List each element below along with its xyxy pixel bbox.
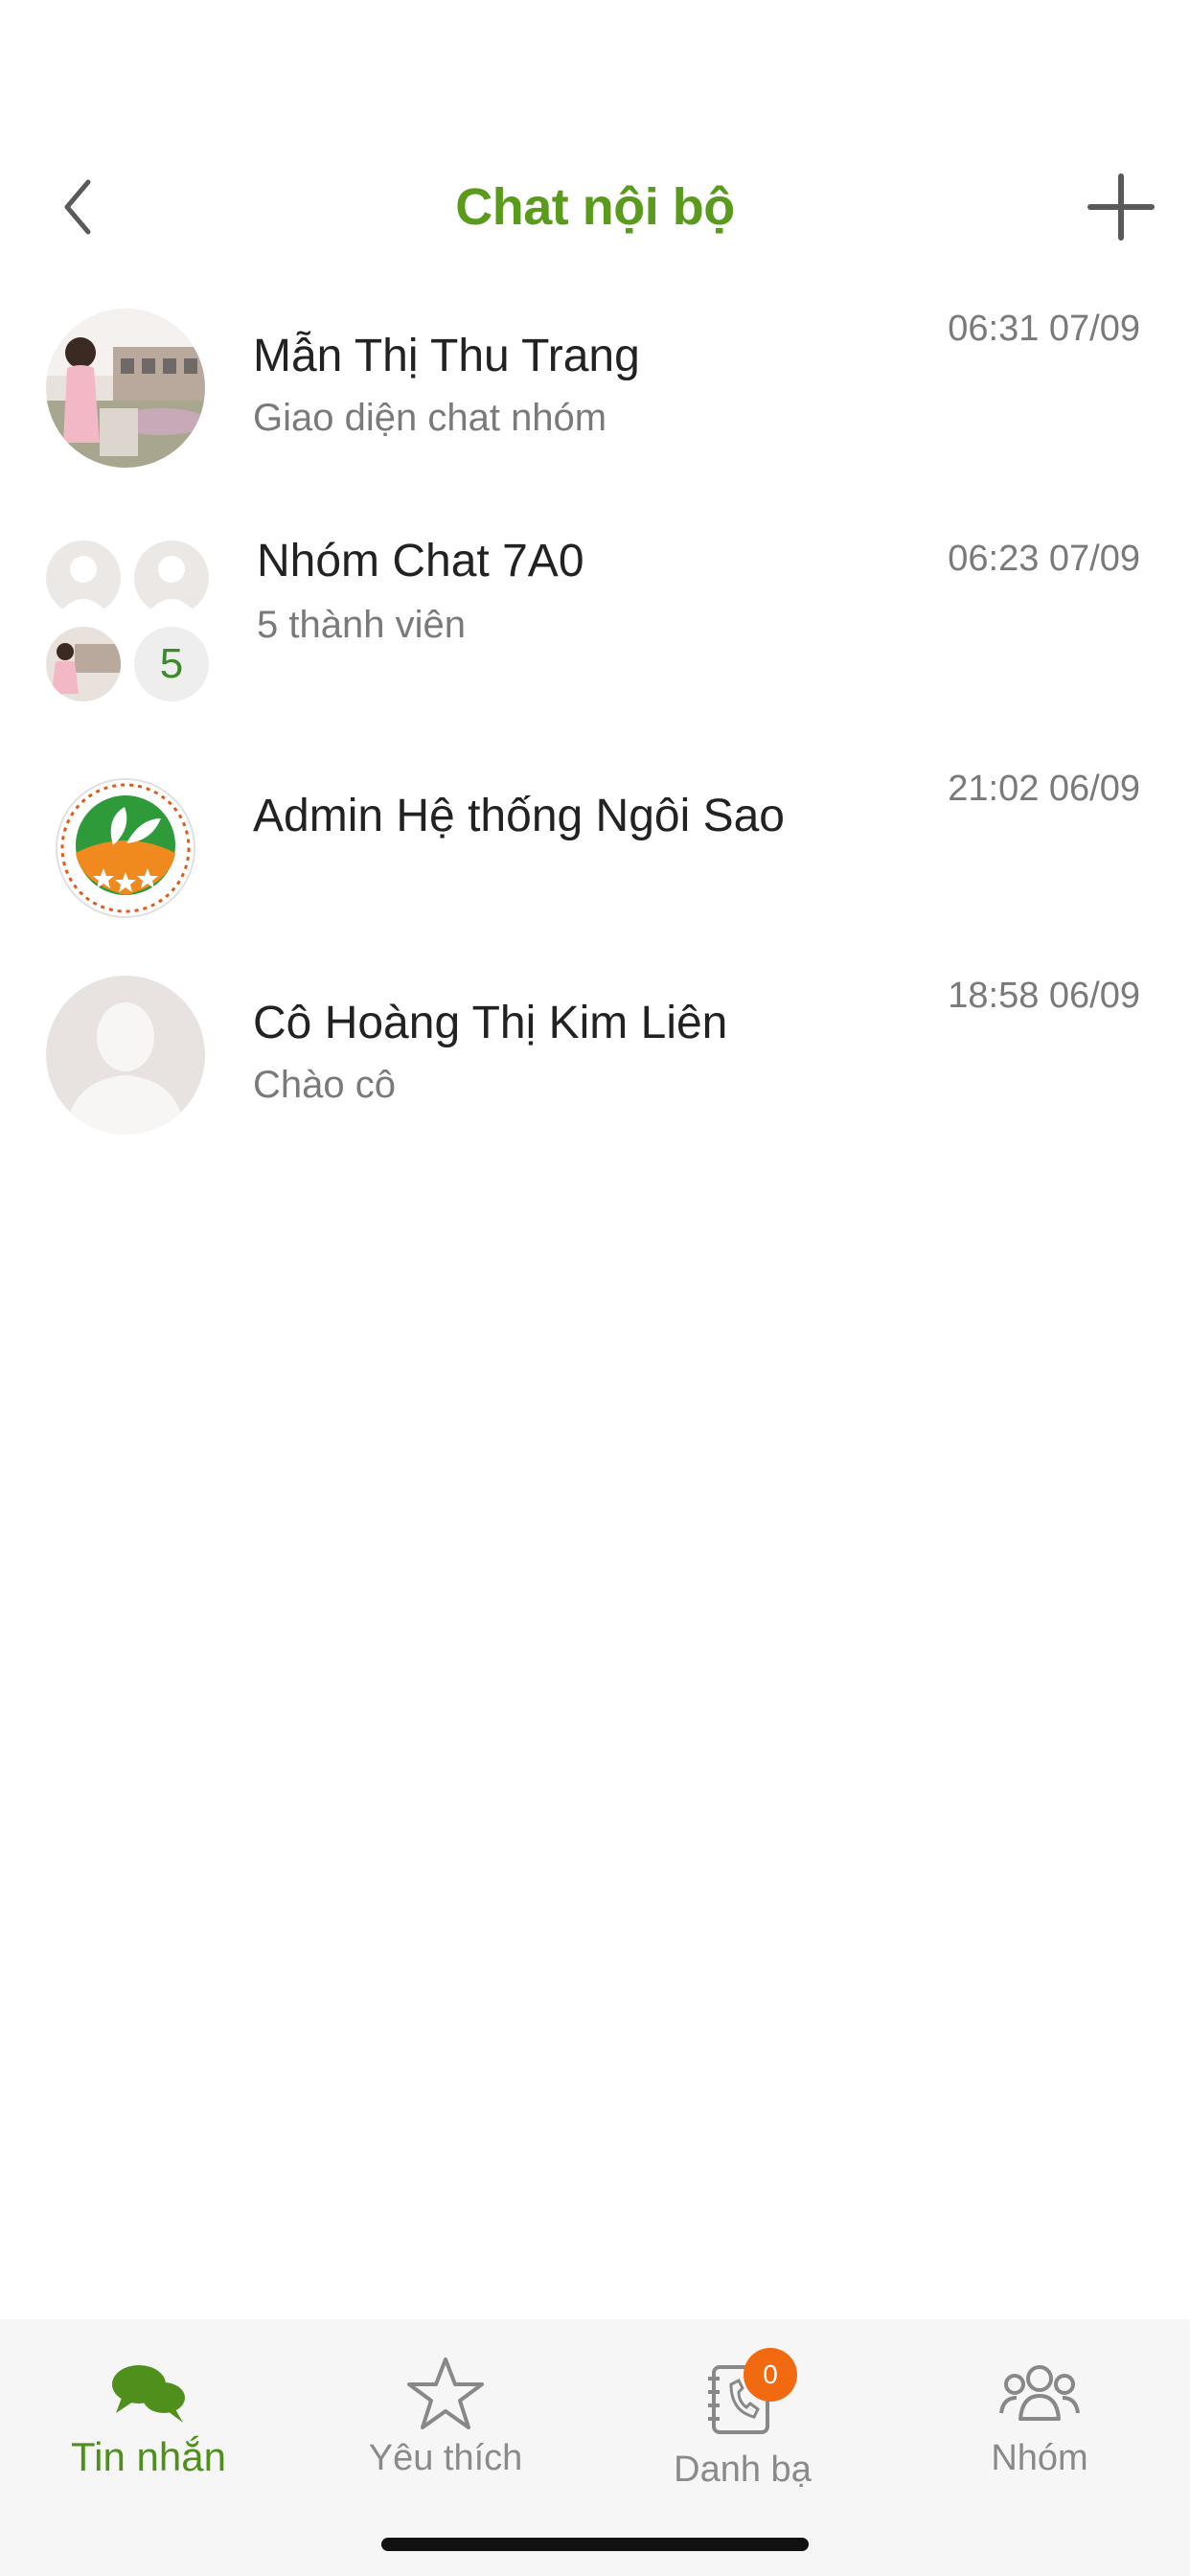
member-avatar — [134, 540, 209, 615]
chat-preview: 5 thành viên — [257, 604, 466, 646]
member-count: 5 — [134, 627, 209, 702]
chat-name: Cô Hoàng Thị Kim Liên — [253, 998, 728, 1048]
tab-favorites[interactable]: Yêu thích — [297, 2319, 594, 2511]
tab-label: Danh bạ — [674, 2450, 812, 2490]
default-person-avatar — [46, 976, 205, 1135]
plus-icon[interactable] — [1085, 171, 1157, 243]
chat-row[interactable]: Mẫn Thị Thu Trang Giao diện chat nhóm 06… — [0, 288, 1190, 498]
chat-name: Admin Hệ thống Ngôi Sao — [253, 791, 785, 841]
chat-preview: Chào cô — [253, 1064, 396, 1106]
chat-time: 18:58 06/09 — [948, 976, 1140, 1016]
tab-messages[interactable]: Tin nhắn — [0, 2319, 297, 2511]
chat-bubbles-icon — [112, 2365, 185, 2423]
photo-avatar — [46, 309, 205, 468]
chat-row[interactable]: 5 Nhóm Chat 7A0 5 thành viên 06:23 07/09 — [0, 518, 1190, 728]
member-avatar — [46, 540, 121, 615]
chat-time: 06:23 07/09 — [948, 539, 1140, 579]
notification-badge: 0 — [744, 2348, 797, 2402]
tab-label: Tin nhắn — [71, 2434, 226, 2479]
chat-name: Mẫn Thị Thu Trang — [253, 331, 640, 381]
member-avatar — [46, 627, 121, 702]
chat-row[interactable]: Cô Hoàng Thị Kim Liên Chào cô 18:58 06/0… — [0, 954, 1190, 1165]
chat-name: Nhóm Chat 7A0 — [257, 536, 584, 586]
chat-time: 06:31 07/09 — [948, 309, 1140, 349]
home-indicator — [381, 2538, 809, 2551]
star-icon — [407, 2358, 484, 2429]
tab-contacts[interactable]: 0 Danh bạ — [594, 2319, 891, 2511]
tab-label: Yêu thích — [368, 2438, 523, 2478]
tab-groups[interactable]: Nhóm — [891, 2319, 1188, 2511]
school-logo — [46, 769, 205, 928]
tab-label: Nhóm — [991, 2438, 1088, 2478]
chat-row[interactable]: Admin Hệ thống Ngôi Sao 21:02 06/09 — [0, 748, 1190, 958]
chat-time: 21:02 06/09 — [948, 769, 1140, 809]
chat-preview: Giao diện chat nhóm — [253, 397, 607, 439]
group-people-icon — [999, 2365, 1080, 2421]
page-title: Chat nội bộ — [455, 178, 735, 236]
